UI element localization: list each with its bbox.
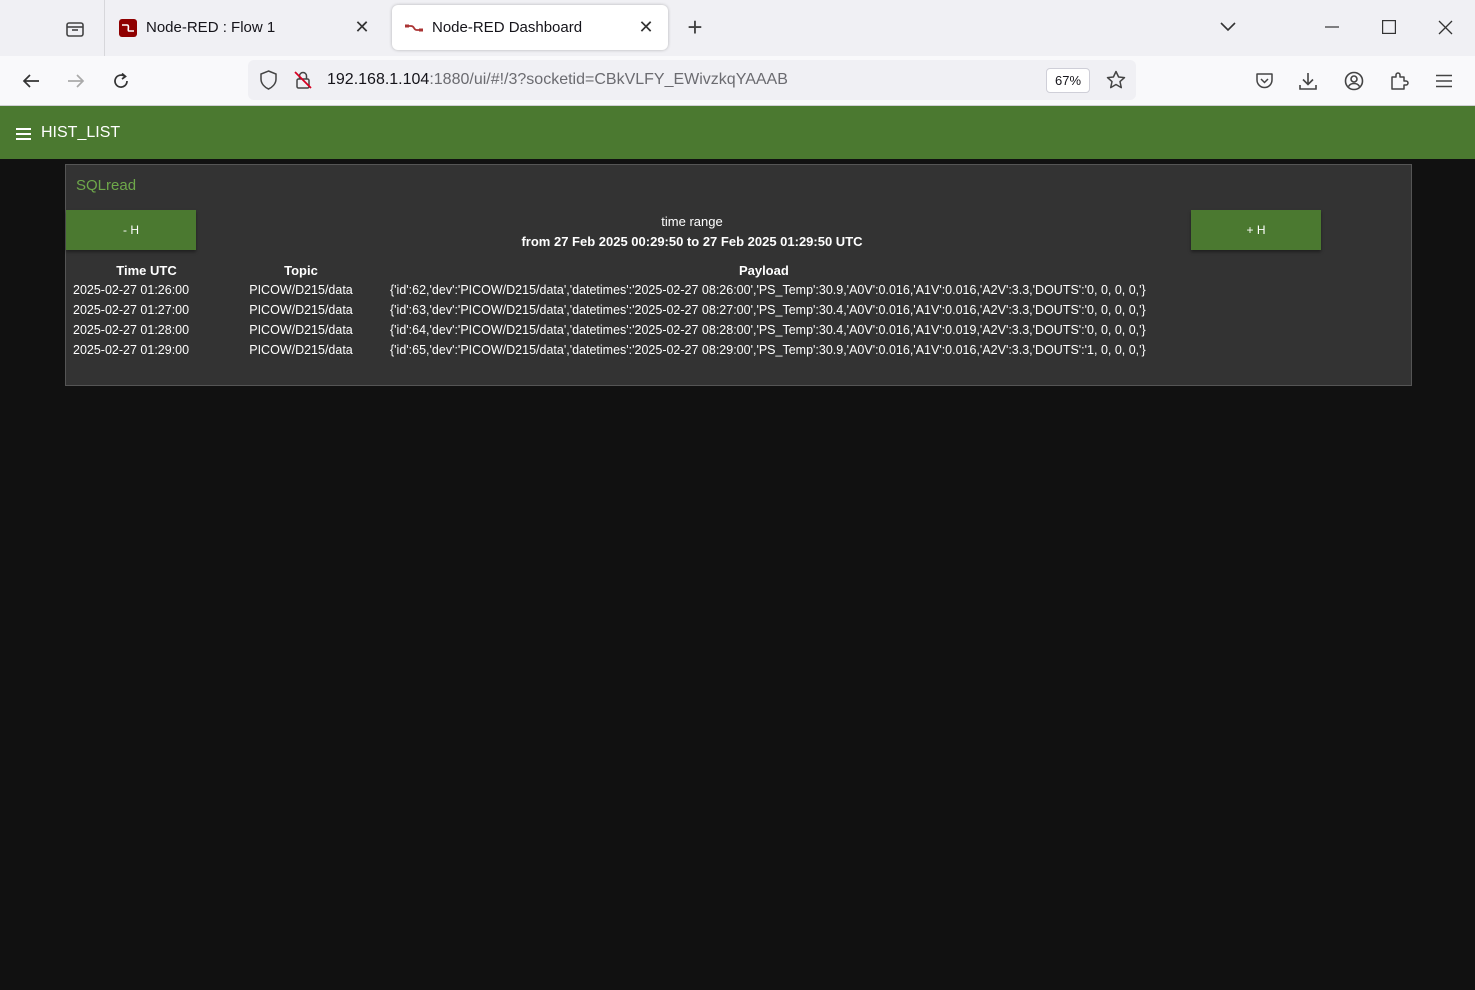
tab-separator [104,0,105,56]
puzzle-icon [1391,72,1409,90]
dashboard-title: HIST_LIST [41,124,121,141]
tab-title: Node-RED Dashboard [432,19,583,36]
table-header-row: Time UTC Topic Payload [66,260,1153,280]
arrow-right-icon [68,74,85,88]
account-icon [1344,71,1364,91]
tab-strip: Node-RED : Flow 1 ✕ Node-RED Dashboard ✕… [0,0,1475,56]
tab-close-icon[interactable]: ✕ [352,17,372,38]
table-row: 2025-02-27 01:27:00 PICOW/D215/data {'id… [66,300,1153,320]
plus-hour-button[interactable]: + H [1191,210,1321,250]
topic-cell: PICOW/D215/data [249,343,353,357]
minus-hour-button[interactable]: - H [66,210,196,250]
url-path: :1880/ui/#!/3?socketid=CBkVLFY_EWivzkqYA… [429,71,788,88]
time-cell: 2025-02-27 01:26:00 [73,283,190,297]
minimize-icon [1325,26,1339,28]
download-icon [1299,73,1317,90]
column-header-payload: Payload [738,262,789,278]
downloads-button[interactable] [1292,65,1324,97]
time-cell: 2025-02-27 01:28:00 [73,323,190,337]
payload-cell: {'id':64,'dev':'PICOW/D215/data','dateti… [390,323,1146,337]
table-row: 2025-02-27 01:26:00 PICOW/D215/data {'id… [66,280,1153,300]
maximize-button[interactable] [1371,12,1407,42]
chevron-down-icon [1220,22,1236,32]
column-header-time: Time UTC [116,262,177,278]
time-range-value: from 27 Feb 2025 00:29:50 to 27 Feb 2025… [521,234,863,249]
maximize-icon [1382,20,1396,34]
payload-cell: {'id':65,'dev':'PICOW/D215/data','dateti… [390,343,1146,357]
group-title: SQLread [76,177,137,194]
topic-cell: PICOW/D215/data [249,303,353,317]
list-all-tabs-button[interactable] [1210,12,1246,42]
menu-icon [1436,74,1452,88]
url-text[interactable]: 192.168.1.104:1880/ui/#!/3?socketid=CBkV… [327,71,788,89]
url-host: 192.168.1.104 [327,71,430,88]
url-bar[interactable]: 192.168.1.104:1880/ui/#!/3?socketid=CBkV… [248,60,1136,100]
tab-close-icon[interactable]: ✕ [636,17,656,38]
forward-button[interactable] [60,65,92,97]
reload-button[interactable] [105,65,137,97]
table-row: 2025-02-27 01:29:00 PICOW/D215/data {'id… [66,340,1153,360]
node-red-favicon-icon [119,18,137,37]
arrow-left-icon [22,74,39,88]
payload-cell: {'id':63,'dev':'PICOW/D215/data','dateti… [390,303,1146,317]
column-header-topic: Topic [284,262,318,278]
reload-icon [114,72,128,88]
topic-cell: PICOW/D215/data [249,283,353,297]
firefox-view-button[interactable] [52,10,98,48]
topic-cell: PICOW/D215/data [249,323,353,337]
node-red-favicon-icon [405,24,423,31]
firefox-view-icon [66,22,84,37]
navigation-toolbar: 192.168.1.104:1880/ui/#!/3?socketid=CBkV… [0,56,1475,106]
extensions-button[interactable] [1383,65,1415,97]
new-tab-button[interactable]: + [682,14,708,42]
table-row: 2025-02-27 01:28:00 PICOW/D215/data {'id… [66,320,1153,340]
zoom-reset-button[interactable]: 67% [1046,68,1090,93]
minimize-button[interactable] [1314,12,1350,42]
tab-node-red-dashboard[interactable]: Node-RED Dashboard ✕ [392,5,668,50]
shield-icon[interactable] [259,70,278,90]
dashboard-header: HIST_LIST [0,106,1475,159]
time-range-label: time range [661,214,723,229]
tab-title: Node-RED : Flow 1 [146,19,276,36]
close-icon [1438,20,1452,34]
sqlread-group-card: SQLread - H time range from 27 Feb 2025 … [65,164,1412,386]
bookmark-star-button[interactable] [1102,66,1130,94]
app-menu-button[interactable] [1428,65,1460,97]
pocket-button[interactable] [1248,65,1280,97]
star-icon [1106,70,1126,89]
insecure-lock-icon[interactable] [293,70,313,90]
time-cell: 2025-02-27 01:27:00 [73,303,190,317]
history-table: Time UTC Topic Payload 2025-02-27 01:26:… [66,260,1153,360]
account-button[interactable] [1338,65,1370,97]
pocket-icon [1255,73,1273,89]
payload-cell: {'id':62,'dev':'PICOW/D215/data','dateti… [390,283,1146,297]
time-cell: 2025-02-27 01:29:00 [73,343,190,357]
dashboard-menu-icon[interactable] [16,128,31,140]
back-button[interactable] [15,65,47,97]
close-window-button[interactable] [1427,12,1463,42]
tab-node-red-flow[interactable]: Node-RED : Flow 1 ✕ [106,5,384,50]
